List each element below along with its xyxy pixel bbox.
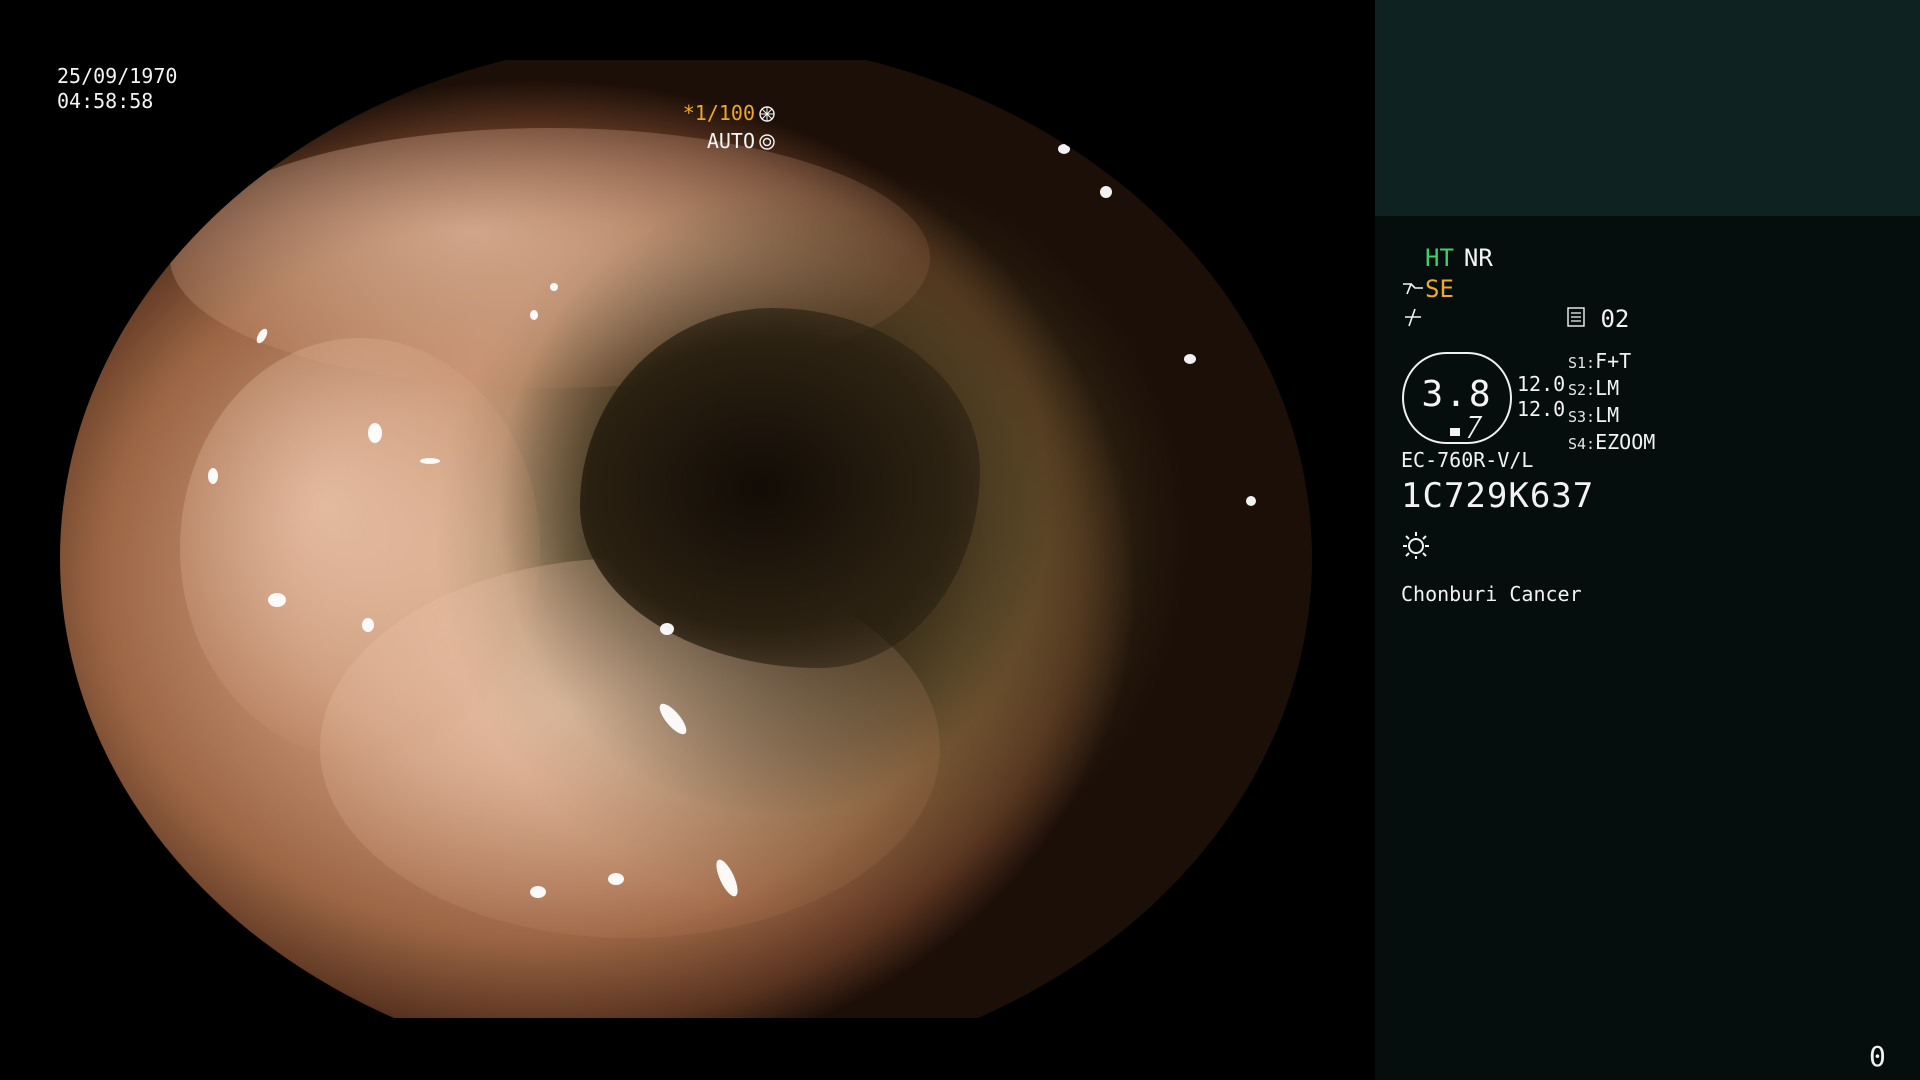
specular-highlight xyxy=(550,283,558,291)
specular-highlight xyxy=(368,423,382,443)
image-mask-bottom xyxy=(0,1018,1375,1080)
image-mask-top xyxy=(0,0,1375,60)
specular-highlight xyxy=(660,623,674,635)
switch-key: S3: xyxy=(1568,408,1596,426)
specular-highlight xyxy=(420,458,440,464)
switch-value: EZOOM xyxy=(1595,430,1656,454)
scope-model: EC-760R-V/L xyxy=(1401,448,1534,472)
scope-tip-icon xyxy=(1401,276,1425,304)
date-text: 25/09/1970 xyxy=(57,64,178,88)
preset-memo-icon xyxy=(1566,306,1586,334)
zoom-gauge: 3.8 xyxy=(1402,352,1512,444)
switch-key: S1: xyxy=(1568,354,1596,372)
switch-value: F+T xyxy=(1595,349,1632,373)
mode-row: HT NR xyxy=(1425,244,1493,272)
endoscopic-image xyxy=(60,38,1312,1078)
specular-highlight xyxy=(268,593,286,607)
switch-key: S2: xyxy=(1568,381,1596,399)
site-name: Chonburi Cancer xyxy=(1401,582,1582,606)
switch-2: S2:LM xyxy=(1568,376,1655,403)
light-icon xyxy=(1401,530,1431,564)
panel-header xyxy=(1375,0,1920,216)
enhance-icon xyxy=(1401,306,1425,334)
gauge-value: 3.8 xyxy=(1421,374,1493,415)
shutter-speed: *1/100 xyxy=(682,101,755,125)
switch-key: S4: xyxy=(1568,435,1596,453)
specular-highlight xyxy=(1246,496,1256,506)
specular-highlight xyxy=(1100,186,1112,198)
specular-highlight xyxy=(530,310,538,320)
value-2: 12.0 xyxy=(1517,397,1566,421)
gauge-values: 12.0 12.0 xyxy=(1517,372,1565,422)
specular-highlight xyxy=(608,873,624,885)
preset-row: 02 xyxy=(1566,305,1629,334)
iris-icon xyxy=(759,129,775,150)
switch-1: S1:F+T xyxy=(1568,349,1655,376)
aperture-icon xyxy=(759,101,775,122)
gauge-needle xyxy=(1457,416,1483,438)
switch-value: LM xyxy=(1595,403,1620,427)
nr-indicator: NR xyxy=(1463,244,1493,272)
specular-highlight xyxy=(530,886,546,898)
serial-number: 1C729K637 xyxy=(1401,476,1595,516)
switch-4: S4:EZOOM xyxy=(1568,430,1655,457)
se-row: SE xyxy=(1401,275,1454,304)
info-panel xyxy=(1375,216,1920,1080)
image-counter: 0 xyxy=(1869,1040,1886,1073)
endoscopy-screen: 25/09/1970 04:58:58 *1/100 AUTO HT NR SE … xyxy=(0,0,1920,1080)
specular-highlight xyxy=(1184,354,1196,364)
switch-3: S3:LM xyxy=(1568,403,1655,430)
date-time: 25/09/1970 04:58:58 xyxy=(57,64,177,114)
specular-highlight xyxy=(208,468,218,484)
preset-number: 02 xyxy=(1600,305,1630,333)
ht-indicator: HT xyxy=(1425,244,1454,272)
se-indicator: SE xyxy=(1425,275,1454,303)
specular-highlight xyxy=(1058,144,1070,154)
endoscopic-viewport: 25/09/1970 04:58:58 *1/100 AUTO xyxy=(0,0,1375,1080)
shutter-mode: AUTO xyxy=(706,129,755,153)
shutter-indicator: *1/100 AUTO xyxy=(683,99,775,155)
specular-highlight xyxy=(362,618,374,632)
switch-list: S1:F+T S2:LM S3:LM S4:EZOOM xyxy=(1568,349,1655,457)
switch-value: LM xyxy=(1595,376,1620,400)
enhance-row xyxy=(1401,305,1425,334)
time-text: 04:58:58 xyxy=(57,89,154,113)
value-1: 12.0 xyxy=(1517,372,1566,396)
